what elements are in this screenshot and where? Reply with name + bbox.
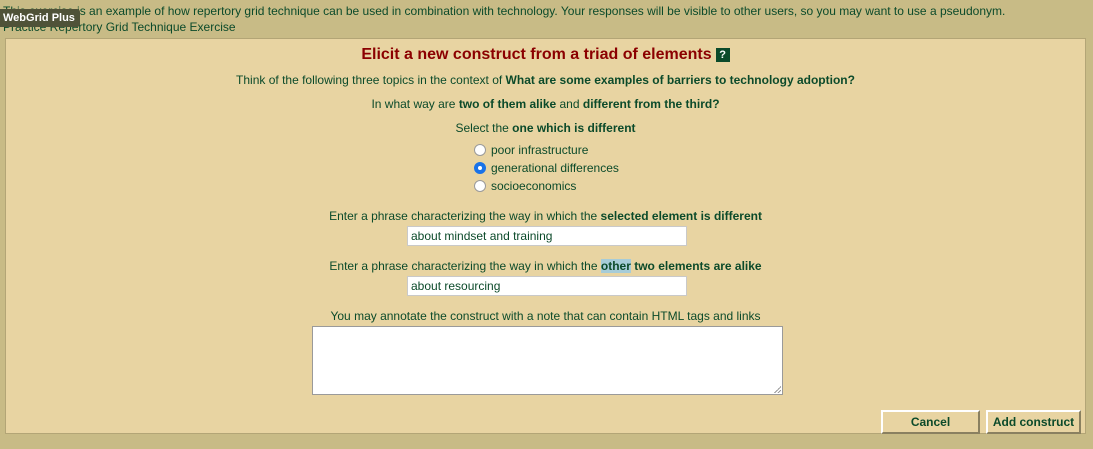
resize-grip-icon[interactable]	[774, 386, 781, 393]
radio-socioeconomics[interactable]	[474, 180, 486, 192]
panel-title: Elicit a new construct from a triad of e…	[6, 46, 1085, 64]
intro-topic: What are some examples of barriers to te…	[505, 73, 855, 87]
top-notice: This exercise is an example of how reper…	[3, 4, 1006, 18]
alike-prompt-bold: two elements are alike	[630, 259, 762, 273]
element-option-poor-infrastructure[interactable]: poor infrastructure	[474, 141, 619, 159]
question-line: In what way are two of them alike and di…	[6, 97, 1085, 111]
construct-panel: Elicit a new construct from a triad of e…	[5, 38, 1086, 434]
radio-generational-differences[interactable]	[474, 162, 486, 174]
radio-poor-infrastructure[interactable]	[474, 144, 486, 156]
alike-phrase-input[interactable]	[407, 276, 687, 296]
element-label: socioeconomics	[491, 179, 577, 193]
different-prompt: Enter a phrase characterizing the way in…	[6, 209, 1085, 223]
alike-prompt-highlight: other	[600, 259, 631, 273]
element-option-generational-differences[interactable]: generational differences	[474, 159, 619, 177]
select-prefix: Select the	[455, 121, 513, 135]
alike-prompt: Enter a phrase characterizing the way in…	[6, 259, 1085, 273]
alike-prompt-prefix: Enter a phrase characterizing the way in…	[329, 259, 601, 273]
note-textarea[interactable]	[312, 326, 783, 395]
different-prompt-prefix: Enter a phrase characterizing the way in…	[329, 209, 601, 223]
panel-title-text: Elicit a new construct from a triad of e…	[361, 46, 712, 63]
question-bold-1: two of them alike	[458, 97, 557, 111]
different-phrase-input[interactable]	[407, 226, 687, 246]
element-option-socioeconomics[interactable]: socioeconomics	[474, 177, 619, 195]
webgrid-badge: WebGrid Plus	[0, 9, 80, 27]
element-radio-group: poor infrastructure generational differe…	[474, 141, 619, 195]
select-line: Select the one which is different	[6, 121, 1085, 135]
intro-prefix: Think of the following three topics in t…	[236, 73, 506, 87]
cancel-button[interactable]: Cancel	[881, 410, 980, 434]
question-prefix: In what way are	[371, 97, 459, 111]
help-icon[interactable]: ?	[715, 47, 730, 62]
select-bold: one which is different	[512, 121, 636, 135]
element-label: generational differences	[491, 161, 619, 175]
note-label: You may annotate the construct with a no…	[330, 309, 761, 323]
add-construct-button[interactable]: Add construct	[986, 410, 1081, 434]
different-prompt-bold: selected element is different	[600, 209, 762, 223]
question-mid: and	[556, 97, 583, 111]
question-bold-2: different from the third?	[582, 97, 720, 111]
element-label: poor infrastructure	[491, 143, 589, 157]
intro-line: Think of the following three topics in t…	[6, 73, 1085, 87]
